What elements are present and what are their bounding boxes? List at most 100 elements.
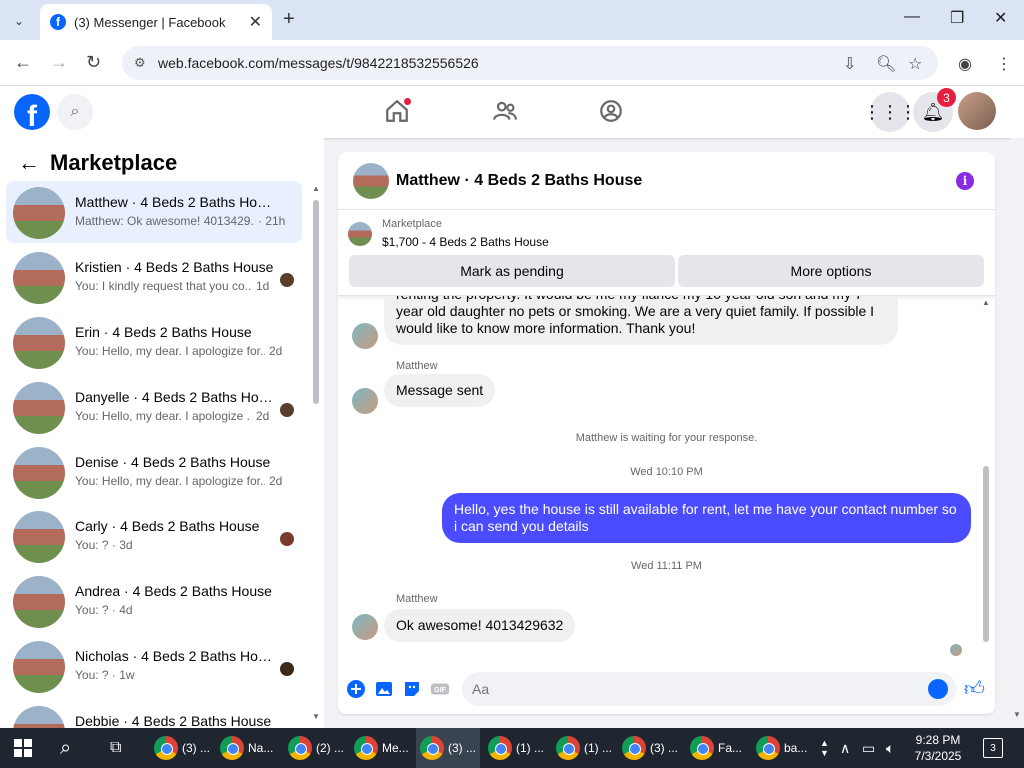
scroll-down-icon[interactable]: ▼ — [312, 712, 320, 721]
sender-avatar — [352, 614, 378, 640]
sender-name: Matthew — [396, 593, 438, 605]
show-hidden-icons-icon[interactable]: ∧ — [840, 728, 850, 768]
chrome-icon — [154, 736, 178, 760]
maximize-icon[interactable]: ❐ — [950, 8, 964, 28]
conversation-snippet: You: Hello, my dear. I apologize ... — [75, 409, 251, 423]
more-options-button[interactable]: More options — [678, 255, 984, 287]
chat-title[interactable]: Matthew · 4 Beds 2 Baths House — [396, 172, 642, 190]
account-avatar[interactable] — [958, 92, 996, 130]
conversation-time: 2d — [269, 344, 283, 358]
conversation-name: Andrea · 4 Beds 2 Baths House — [75, 583, 272, 599]
listing-thumbnail — [13, 641, 65, 693]
emoji-icon[interactable] — [928, 679, 948, 699]
close-window-icon[interactable]: ✕ — [994, 8, 1007, 28]
scrollbar-thumb[interactable] — [313, 200, 319, 404]
taskbar-item-label: Na... — [248, 741, 274, 755]
message-bubble: Ok awesome! 4013429632 — [384, 609, 576, 642]
my-message-bubble: Hello, yes the house is still available … — [442, 493, 971, 543]
minimize-icon[interactable]: — — [904, 8, 920, 26]
chat-header: Matthew · 4 Beds 2 Baths House i — [338, 152, 995, 210]
taskbar-chrome-window[interactable]: (1) ... — [484, 728, 544, 768]
taskbar-chrome-window[interactable]: (3) ... — [618, 728, 678, 768]
photo-icon[interactable] — [374, 679, 394, 699]
new-tab-icon[interactable]: + — [283, 8, 295, 31]
taskbar-chrome-window-active[interactable]: (3) ... — [416, 728, 480, 768]
volume-icon[interactable]: 🔈︎ — [886, 728, 894, 768]
close-tab-icon[interactable]: ✕ — [249, 12, 262, 32]
message-input[interactable] — [462, 672, 956, 706]
conversation-item[interactable]: Erin · 4 Beds 2 Baths House You: Hello, … — [6, 311, 302, 373]
conversation-item[interactable]: Matthew · 4 Beds 2 Baths House Matthew: … — [6, 181, 302, 243]
forward-icon[interactable]: → — [50, 52, 68, 73]
taskbar-chrome-window[interactable]: (3) ... — [150, 728, 210, 768]
mark-as-pending-button[interactable]: Mark as pending — [349, 255, 675, 287]
participant-avatar — [280, 273, 294, 287]
profile-icon[interactable]: ◉ — [958, 54, 972, 74]
thumbs-up-icon[interactable]: 👍︎ — [964, 677, 985, 701]
conversation-snippet: You: ? · 4d — [75, 603, 133, 617]
scrollbar-thumb[interactable] — [983, 466, 989, 642]
scroll-up-icon[interactable]: ▲ — [982, 298, 990, 307]
network-icon[interactable]: ▭ — [862, 728, 875, 768]
windows-start-icon[interactable] — [14, 739, 32, 757]
page-scrollbar[interactable]: ▼ — [1010, 138, 1024, 728]
conversation-name: Denise · 4 Beds 2 Baths House — [75, 454, 271, 470]
conversation-item[interactable]: Nicholas · 4 Beds 2 Baths Hou... You: ? … — [6, 635, 302, 697]
taskbar-chrome-window[interactable]: Fa... — [686, 728, 746, 768]
taskbar-item-label: (3) ... — [448, 741, 477, 755]
browser-tab-active[interactable]: f (3) Messenger | Facebook ✕ — [40, 4, 272, 40]
conversation-time: 1d — [256, 279, 270, 293]
conversation-snippet: You: I kindly request that you co... — [75, 279, 251, 293]
conversation-item[interactable]: Danyelle · 4 Beds 2 Baths Hou... You: He… — [6, 376, 302, 438]
chrome-icon — [288, 736, 312, 760]
search-icon[interactable]: ⌕ — [60, 728, 71, 768]
back-icon[interactable]: ← — [14, 52, 32, 73]
site-info-icon[interactable]: ⚙ — [134, 55, 146, 71]
back-arrow-icon[interactable]: ← — [18, 150, 40, 176]
conversation-item[interactable]: Kristien · 4 Beds 2 Baths House You: I k… — [6, 246, 302, 308]
install-app-icon[interactable]: ⇩ — [843, 54, 856, 74]
address-bar[interactable]: ⚙ web.facebook.com/messages/t/9842218532… — [122, 46, 938, 80]
scroll-up-icon[interactable]: ▲ — [312, 184, 320, 193]
taskbar-overflow-icon[interactable]: ▲ ▼ — [820, 728, 829, 768]
reload-icon[interactable]: ↻ — [86, 52, 101, 73]
menu-icon[interactable]: ⋮ — [996, 54, 1012, 74]
conversation-item[interactable]: Andrea · 4 Beds 2 Baths House You: ? · 4… — [6, 570, 302, 632]
gif-icon[interactable]: GIF — [430, 679, 450, 699]
zoom-icon[interactable]: 🔍︎ — [876, 54, 896, 74]
taskbar-chrome-window[interactable]: ba... — [752, 728, 812, 768]
system-clock[interactable]: 9:28 PM 7/3/2025 — [906, 732, 970, 764]
taskbar-chrome-window[interactable]: Me... — [350, 728, 410, 768]
conversation-item[interactable]: Carly · 4 Beds 2 Baths House You: ? · 3d — [6, 505, 302, 567]
friends-icon[interactable] — [492, 98, 518, 124]
action-center-icon[interactable]: 3 — [983, 738, 1003, 758]
messages-scrollbar[interactable]: ▲ — [982, 298, 990, 650]
taskbar-chrome-window[interactable]: (2) ... — [284, 728, 344, 768]
search-icon[interactable]: ⌕ — [57, 94, 93, 130]
taskbar-chrome-window[interactable]: (1) ... — [552, 728, 612, 768]
tab-search-icon[interactable]: ⌄ — [8, 10, 30, 32]
chrome-icon — [488, 736, 512, 760]
listing-price[interactable]: $1,700 - 4 Beds 2 Baths House — [382, 235, 549, 249]
sticker-icon[interactable] — [402, 679, 422, 699]
conversation-snippet: You: Hello, my dear. I apologize for... — [75, 344, 265, 358]
listing-thumbnail — [13, 511, 65, 563]
conversations-scrollbar[interactable]: ▲ ▼ — [312, 184, 320, 724]
listing-thumbnail — [13, 187, 65, 239]
chat-avatar[interactable] — [353, 163, 389, 199]
groups-icon[interactable] — [598, 98, 624, 124]
scroll-down-icon[interactable]: ▼ — [1013, 710, 1021, 719]
menu-grid-icon[interactable]: ⋮⋮⋮ — [863, 92, 917, 132]
info-icon[interactable]: i — [956, 172, 974, 190]
clock-date: 7/3/2025 — [914, 749, 962, 763]
conversation-item[interactable]: Debbie · 4 Beds 2 Baths House — [6, 700, 302, 728]
facebook-logo-icon[interactable]: f — [14, 94, 50, 130]
bookmark-star-icon[interactable]: ☆ — [908, 54, 922, 74]
message-composer: GIF 👍︎ — [338, 664, 995, 714]
plus-icon[interactable] — [346, 679, 366, 699]
task-view-icon[interactable]: ⧉ — [110, 728, 121, 768]
conversation-item[interactable]: Denise · 4 Beds 2 Baths House You: Hello… — [6, 441, 302, 503]
listing-thumbnail[interactable] — [348, 222, 372, 246]
taskbar-chrome-window[interactable]: Na... — [216, 728, 276, 768]
conversation-name: Debbie · 4 Beds 2 Baths House — [75, 713, 272, 728]
